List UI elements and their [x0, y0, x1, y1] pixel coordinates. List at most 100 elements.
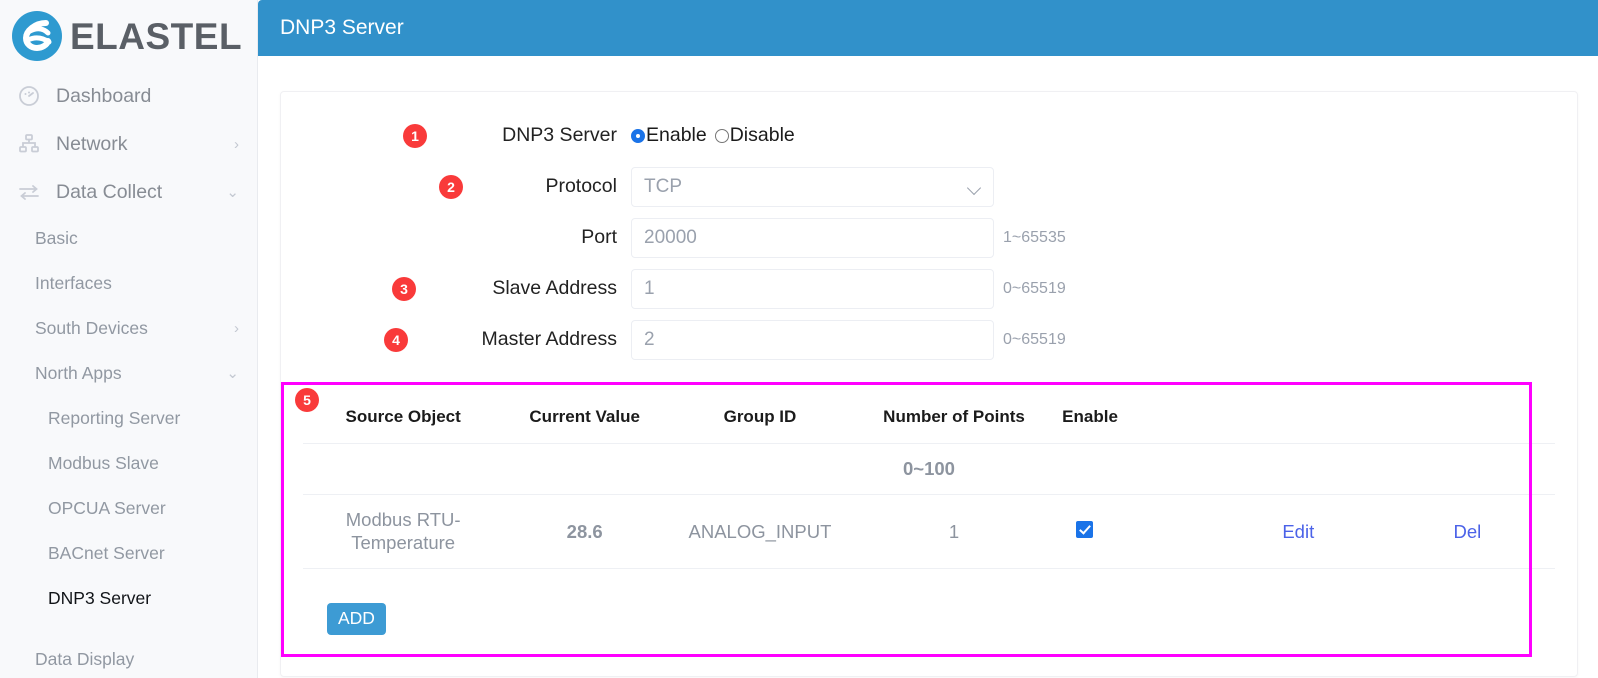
port-label: Port — [581, 226, 617, 248]
dnp3-server-label-wrap: 1 DNP3 Server — [281, 123, 631, 148]
col-current-value: Current Value — [503, 389, 667, 444]
table-row: Modbus RTU-Temperature 28.6 ANALOG_INPUT… — [303, 494, 1555, 570]
cell-enable — [1054, 494, 1217, 570]
sidebar-item-network[interactable]: Network › — [0, 120, 257, 168]
protocol-select-value: TCP — [644, 175, 682, 197]
chevron-down-icon: ⌄ — [226, 365, 239, 382]
sidebar-item-label: Network — [56, 132, 128, 155]
brand-name: ELASTEL — [70, 15, 243, 57]
app-root: ELASTEL Dashboard Network › Data Collect… — [0, 0, 1598, 678]
dashboard-icon — [14, 84, 44, 108]
cell-current-value: 28.6 — [503, 494, 667, 570]
cell-group-id: ANALOG_INPUT — [666, 494, 854, 570]
page-title: DNP3 Server — [280, 16, 404, 39]
col-number-of-points: Number of Points — [853, 389, 1055, 444]
content-area: 1 DNP3 Server Enable Disable 2 Protocol … — [258, 56, 1598, 677]
sidebar-item-label: South Devices — [35, 318, 148, 338]
sidebar-item-label: DNP3 Server — [48, 588, 152, 608]
range-hint: 0~100 — [303, 443, 1555, 495]
chevron-right-icon: › — [234, 320, 239, 337]
protocol-label-wrap: 2 Protocol — [281, 174, 631, 199]
sidebar-item-bacnet-server[interactable]: BACnet Server — [0, 531, 257, 576]
radio-enable-dot[interactable] — [631, 128, 645, 143]
slave-address-label-wrap: 3 Slave Address — [281, 276, 631, 301]
slave-address-input[interactable]: 1 — [631, 268, 994, 309]
dnp3-server-radio-group: Enable Disable — [631, 124, 795, 147]
brand-logo[interactable]: ELASTEL — [0, 0, 257, 72]
sidebar-item-label: BACnet Server — [48, 543, 165, 563]
port-input-value: 20000 — [644, 226, 697, 248]
radio-disable-label: Disable — [729, 124, 795, 146]
sidebar-item-dashboard[interactable]: Dashboard — [0, 72, 257, 120]
cell-edit: Edit — [1216, 494, 1380, 570]
points-table-area: Source Object Current Value Group ID Num… — [281, 389, 1577, 636]
col-enable: Enable — [1054, 389, 1217, 444]
protocol-select[interactable]: TCP — [631, 166, 994, 207]
master-address-label-wrap: 4 Master Address — [281, 327, 631, 352]
sidebar-item-label: OPCUA Server — [48, 498, 166, 518]
cell-del: Del — [1379, 494, 1555, 570]
sidebar: ELASTEL Dashboard Network › Data Collect… — [0, 0, 258, 678]
settings-card: 1 DNP3 Server Enable Disable 2 Protocol … — [280, 91, 1578, 677]
port-input[interactable]: 20000 — [631, 217, 994, 258]
master-address-input[interactable]: 2 — [631, 319, 994, 360]
radio-disable[interactable]: Disable — [714, 124, 795, 147]
sidebar-item-south-devices[interactable]: South Devices › — [0, 306, 257, 351]
sidebar-item-opcua-server[interactable]: OPCUA Server — [0, 486, 257, 531]
step-badge-4: 4 — [384, 327, 408, 352]
col-edit — [1216, 389, 1380, 444]
sidebar-item-label: Basic — [35, 228, 78, 248]
sidebar-item-data-collect[interactable]: Data Collect ⌄ — [0, 168, 257, 216]
sidebar-item-reporting-server[interactable]: Reporting Server — [0, 396, 257, 441]
master-address-input-value: 2 — [644, 328, 655, 350]
chevron-down-icon: ⌄ — [226, 183, 239, 201]
port-hint: 1~65535 — [1003, 228, 1066, 246]
col-del — [1379, 389, 1555, 444]
sidebar-item-label: Data Display — [35, 649, 135, 669]
points-table: Source Object Current Value Group ID Num… — [303, 389, 1555, 570]
sidebar-item-north-apps[interactable]: North Apps ⌄ — [0, 351, 257, 396]
protocol-label: Protocol — [545, 175, 617, 197]
master-address-hint: 0~65519 — [1003, 330, 1066, 348]
chevron-right-icon: › — [234, 135, 239, 153]
col-source-object: Source Object — [303, 389, 504, 444]
step-badge-2: 2 — [439, 174, 463, 199]
page-header: DNP3 Server — [258, 0, 1598, 56]
sidebar-item-modbus-slave[interactable]: Modbus Slave — [0, 441, 257, 486]
enable-checkbox[interactable] — [1076, 520, 1094, 538]
sidebar-item-data-display[interactable]: Data Display — [0, 637, 257, 678]
sidebar-item-label: Reporting Server — [48, 408, 181, 428]
main-panel: DNP3 Server 1 DNP3 Server Enable Disable… — [258, 0, 1598, 678]
form-row-port: Port 20000 1~65535 — [281, 212, 1577, 263]
table-header-row: Source Object Current Value Group ID Num… — [303, 389, 1555, 444]
radio-enable-label: Enable — [646, 124, 707, 146]
radio-disable-dot[interactable] — [714, 128, 729, 143]
sidebar-item-interfaces[interactable]: Interfaces — [0, 261, 257, 306]
form-row-slave-address: 3 Slave Address 1 0~65519 — [281, 263, 1577, 314]
add-button[interactable]: ADD — [327, 603, 386, 636]
form-row-protocol: 2 Protocol TCP — [281, 161, 1577, 212]
slave-address-label: Slave Address — [492, 277, 617, 299]
sidebar-item-basic[interactable]: Basic — [0, 216, 257, 261]
cell-number-of-points: 1 — [853, 494, 1055, 570]
step-badge-1: 1 — [403, 123, 427, 148]
sidebar-item-dnp3-server[interactable]: DNP3 Server — [0, 576, 257, 621]
del-link[interactable]: Del — [1453, 521, 1481, 542]
sidebar-item-label: Dashboard — [56, 84, 152, 107]
col-group-id: Group ID — [666, 389, 854, 444]
sidebar-item-label: Interfaces — [35, 273, 112, 293]
sidebar-item-label: North Apps — [35, 363, 122, 383]
cell-source-object: Modbus RTU-Temperature — [303, 494, 504, 570]
radio-enable[interactable]: Enable — [631, 124, 707, 147]
form-row-dnp3-server: 1 DNP3 Server Enable Disable — [281, 110, 1577, 161]
network-icon — [14, 132, 44, 156]
elastel-logo-icon — [8, 7, 66, 65]
step-badge-5: 5 — [295, 388, 319, 412]
port-label-wrap: Port — [281, 226, 631, 249]
form-row-master-address: 4 Master Address 2 0~65519 — [281, 314, 1577, 365]
sidebar-item-label: Data Collect — [56, 180, 163, 203]
edit-link[interactable]: Edit — [1282, 521, 1314, 542]
slave-address-input-value: 1 — [644, 277, 655, 299]
master-address-label: Master Address — [481, 328, 617, 350]
